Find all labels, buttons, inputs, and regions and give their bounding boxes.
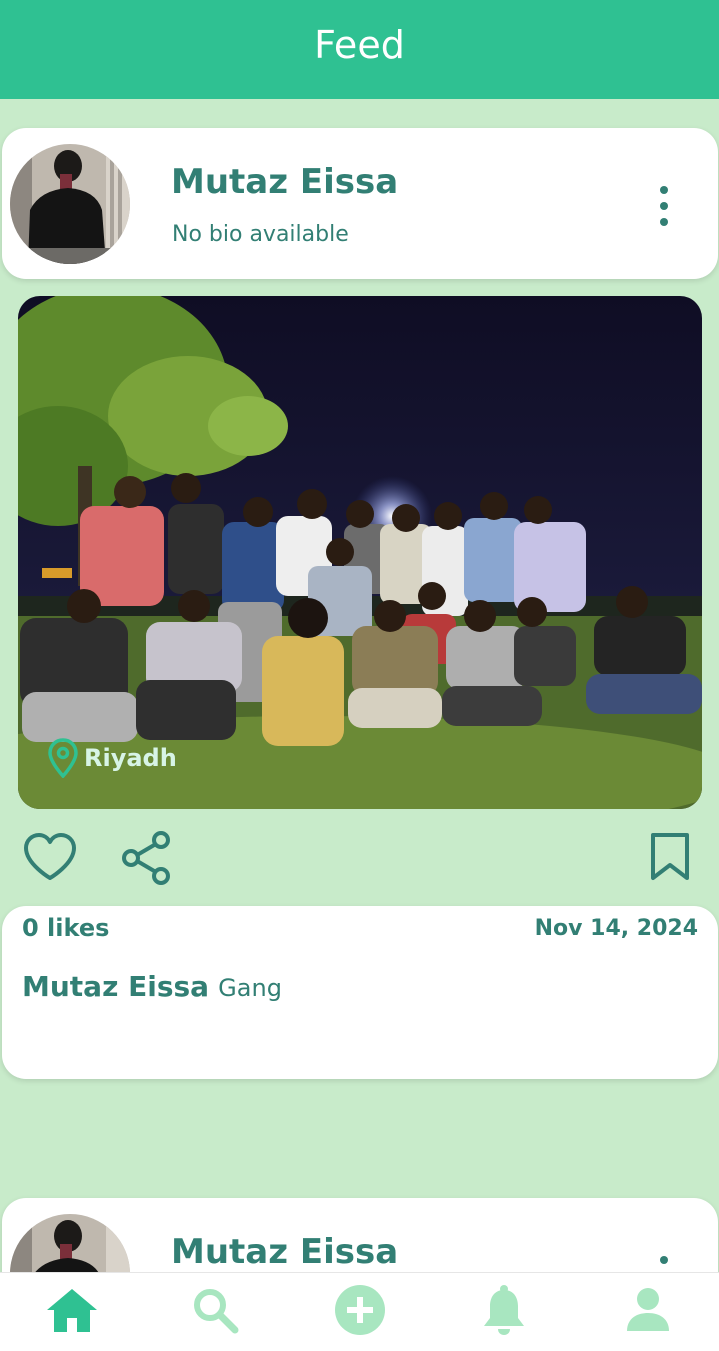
nav-home[interactable] bbox=[42, 1283, 102, 1337]
post-caption-card: 0 likes Nov 14, 2024 Mutaz Eissa Gang bbox=[2, 906, 718, 1079]
app-bar: Feed bbox=[0, 0, 719, 99]
nav-search[interactable] bbox=[185, 1283, 245, 1337]
add-icon bbox=[335, 1285, 385, 1335]
profile-icon bbox=[627, 1288, 669, 1331]
nav-add-post[interactable] bbox=[330, 1283, 390, 1337]
post-location[interactable]: Riyadh bbox=[48, 738, 177, 778]
bookmark-button[interactable] bbox=[648, 832, 692, 887]
post-caption: Mutaz Eissa Gang bbox=[22, 970, 282, 1003]
location-label: Riyadh bbox=[84, 744, 177, 772]
post-author-bio: No bio available bbox=[172, 222, 349, 247]
search-icon bbox=[194, 1289, 239, 1334]
nav-profile[interactable] bbox=[618, 1283, 678, 1337]
share-button[interactable] bbox=[120, 830, 174, 891]
notifications-icon bbox=[484, 1285, 524, 1335]
location-pin-icon bbox=[48, 738, 78, 778]
post-header-card: Mutaz Eissa No bio available bbox=[2, 128, 718, 279]
likes-count[interactable]: 0 likes bbox=[22, 914, 109, 942]
page-title: Feed bbox=[314, 22, 405, 67]
like-button[interactable] bbox=[22, 832, 78, 889]
bottom-navigation bbox=[0, 1272, 719, 1351]
share-icon bbox=[122, 831, 170, 885]
bookmark-icon bbox=[651, 833, 689, 880]
more-options-icon[interactable] bbox=[650, 186, 678, 226]
avatar[interactable] bbox=[10, 144, 130, 264]
caption-text: Gang bbox=[218, 974, 282, 1002]
post-author-name[interactable]: Mutaz Eissa bbox=[171, 162, 398, 202]
post-author-name[interactable]: Mutaz Eissa bbox=[171, 1232, 398, 1272]
nav-notifications[interactable] bbox=[474, 1283, 534, 1337]
heart-icon bbox=[24, 833, 76, 880]
post-date: Nov 14, 2024 bbox=[534, 916, 698, 941]
home-icon bbox=[47, 1289, 97, 1332]
caption-author[interactable]: Mutaz Eissa bbox=[22, 970, 209, 1003]
post-image[interactable]: Riyadh bbox=[18, 296, 702, 809]
